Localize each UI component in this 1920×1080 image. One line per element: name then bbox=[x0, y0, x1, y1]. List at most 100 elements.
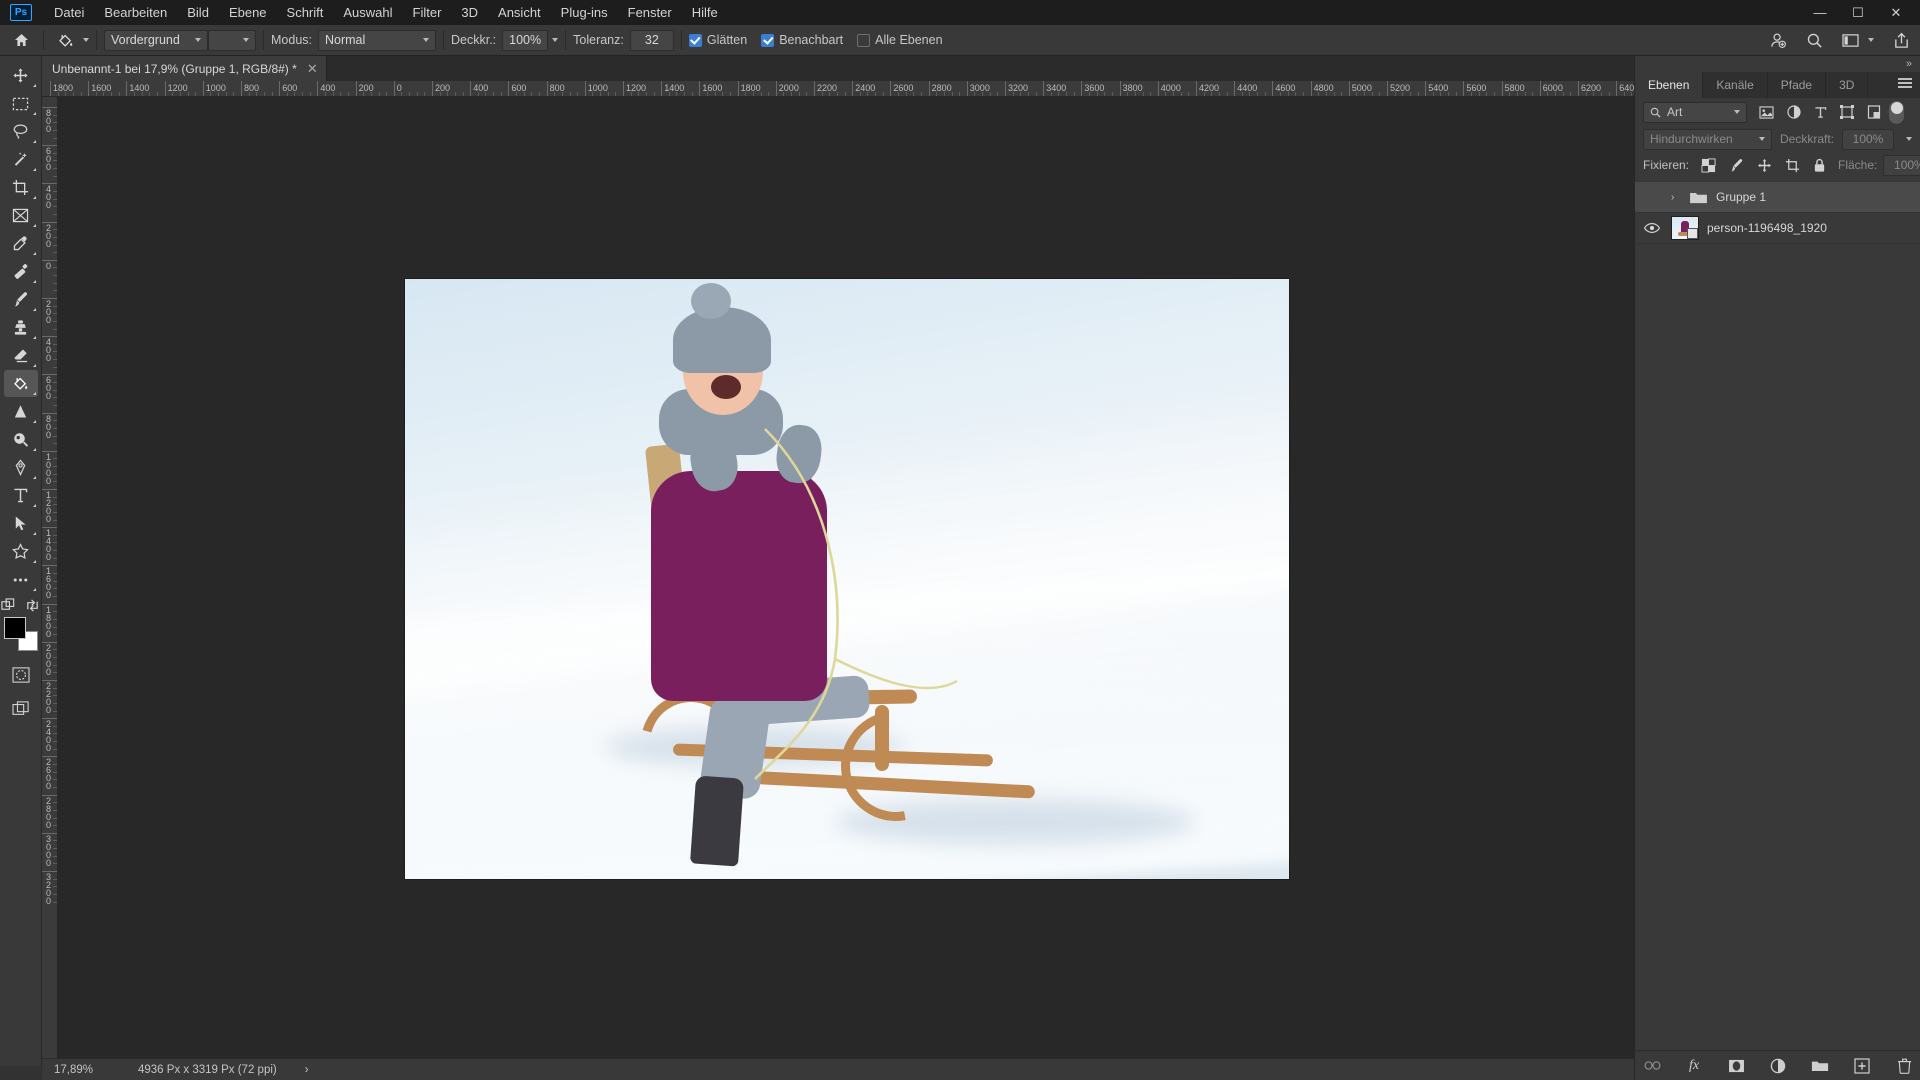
tab-ebenen[interactable]: Ebenen bbox=[1635, 72, 1704, 98]
close-icon[interactable]: ✕ bbox=[307, 62, 318, 75]
quick-mask-icon[interactable] bbox=[4, 661, 38, 688]
tab-3d[interactable]: 3D bbox=[1826, 72, 1869, 98]
shape-tool[interactable] bbox=[4, 538, 38, 565]
antialias-checkbox[interactable]: Glätten bbox=[688, 33, 747, 47]
brush-tool[interactable] bbox=[4, 286, 38, 313]
paint-bucket-tool[interactable] bbox=[3, 370, 38, 397]
menu-ansicht[interactable]: Ansicht bbox=[488, 1, 551, 24]
workspace-switcher[interactable] bbox=[1842, 33, 1874, 48]
ruler-label: 1400 bbox=[45, 528, 51, 563]
crop-tool[interactable] bbox=[4, 174, 38, 201]
panel-collapse-bar[interactable]: » bbox=[1635, 56, 1920, 72]
new-adjustment-layer-icon[interactable] bbox=[1768, 1056, 1788, 1076]
pixel-filter-icon[interactable] bbox=[1759, 105, 1774, 119]
opacity-chevron-icon[interactable] bbox=[1906, 137, 1912, 141]
layer-row-gruppe-1[interactable]: › Gruppe 1 bbox=[1635, 182, 1920, 213]
more-tools[interactable] bbox=[4, 566, 38, 593]
group-expand-icon[interactable]: › bbox=[1671, 192, 1681, 203]
foreground-color-swatch[interactable] bbox=[3, 617, 26, 639]
layer-blend-mode-select[interactable]: Hindurchwirken bbox=[1643, 128, 1772, 150]
search-icon bbox=[1650, 107, 1661, 118]
tool-group-corner bbox=[32, 140, 36, 143]
new-layer-icon[interactable] bbox=[1852, 1056, 1872, 1076]
tab-kanaele[interactable]: Kanäle bbox=[1703, 72, 1768, 98]
share-icon[interactable] bbox=[1893, 32, 1910, 49]
lock-all-icon[interactable] bbox=[1813, 158, 1826, 173]
minimize-button[interactable]: — bbox=[1802, 0, 1838, 25]
magic-wand-tool[interactable] bbox=[4, 146, 38, 173]
eyedropper-tool[interactable] bbox=[4, 230, 38, 257]
opacity-chevron-icon[interactable] bbox=[552, 38, 559, 42]
menu-bearbeiten[interactable]: Bearbeiten bbox=[94, 1, 177, 24]
color-swatches[interactable] bbox=[3, 617, 38, 651]
collapse-panel-icon[interactable]: » bbox=[1906, 58, 1912, 70]
link-layers-icon[interactable] bbox=[1642, 1056, 1662, 1076]
rectangular-marquee-tool[interactable] bbox=[4, 90, 38, 117]
maximize-button[interactable]: ☐ bbox=[1840, 0, 1876, 25]
lock-artboard-nesting-icon[interactable] bbox=[1785, 158, 1800, 173]
document-tab[interactable]: Unbenannt-1 bei 17,9% (Gruppe 1, RGB/8#)… bbox=[42, 56, 327, 81]
layer-opacity-input[interactable]: 100% bbox=[1842, 128, 1894, 150]
menu-datei[interactable]: Datei bbox=[44, 1, 94, 24]
menu-fenster[interactable]: Fenster bbox=[618, 1, 682, 24]
adjustment-filter-icon[interactable] bbox=[1787, 105, 1801, 119]
canvas-area[interactable] bbox=[58, 97, 1634, 1066]
lock-transparent-pixels-icon[interactable] bbox=[1701, 157, 1716, 173]
move-tool[interactable] bbox=[4, 62, 38, 89]
ruler-label: 1400 bbox=[664, 83, 685, 93]
lasso-tool[interactable] bbox=[4, 118, 38, 145]
fill-input[interactable]: 100% bbox=[1883, 154, 1920, 176]
add-layer-mask-icon[interactable] bbox=[1726, 1056, 1746, 1076]
menu-bild[interactable]: Bild bbox=[177, 1, 219, 24]
delete-layer-icon[interactable] bbox=[1894, 1056, 1914, 1076]
shape-filter-icon[interactable] bbox=[1840, 105, 1854, 119]
status-expand-icon[interactable]: › bbox=[305, 1064, 309, 1076]
type-filter-icon[interactable] bbox=[1814, 106, 1827, 119]
smart-object-filter-icon[interactable] bbox=[1867, 105, 1881, 119]
paint-bucket-icon[interactable] bbox=[51, 28, 79, 52]
layer-style-fx-icon[interactable]: fx bbox=[1684, 1056, 1704, 1076]
lock-image-pixels-icon[interactable] bbox=[1729, 158, 1744, 173]
layer-filter-select[interactable]: Art bbox=[1643, 101, 1747, 123]
tool-preset-chevron-icon[interactable] bbox=[83, 38, 89, 42]
menu-hilfe[interactable]: Hilfe bbox=[682, 1, 728, 24]
panel-menu-icon[interactable] bbox=[1898, 78, 1912, 90]
add-person-icon[interactable] bbox=[1770, 32, 1787, 49]
tolerance-input[interactable]: 32 bbox=[629, 29, 674, 51]
fill-source-select[interactable]: Vordergrund bbox=[104, 29, 208, 51]
new-group-icon[interactable] bbox=[1810, 1056, 1830, 1076]
healing-brush-tool[interactable] bbox=[4, 258, 38, 285]
blur-tool[interactable] bbox=[4, 398, 38, 425]
pen-tool[interactable] bbox=[4, 454, 38, 481]
all-layers-checkbox[interactable]: Alle Ebenen bbox=[857, 33, 943, 47]
layer-visibility-toggle-person[interactable] bbox=[1641, 222, 1663, 234]
type-tool[interactable] bbox=[4, 482, 38, 509]
contiguous-checkbox[interactable]: Benachbart bbox=[761, 33, 843, 47]
menu-schrift[interactable]: Schrift bbox=[277, 1, 334, 24]
menu-filter[interactable]: Filter bbox=[403, 1, 452, 24]
blend-mode-select[interactable]: Normal bbox=[318, 29, 436, 51]
screen-mode-icon[interactable] bbox=[4, 695, 38, 722]
tab-pfade[interactable]: Pfade bbox=[1768, 72, 1827, 98]
pattern-select[interactable] bbox=[208, 29, 256, 51]
home-icon[interactable] bbox=[6, 27, 36, 53]
opacity-input[interactable]: 100% bbox=[502, 29, 549, 51]
menu-auswahl[interactable]: Auswahl bbox=[333, 1, 402, 24]
menu-plugins[interactable]: Plug-ins bbox=[551, 1, 618, 24]
lock-position-icon[interactable] bbox=[1757, 158, 1772, 173]
filter-toggle[interactable] bbox=[1889, 100, 1904, 124]
dodge-tool[interactable] bbox=[4, 426, 38, 453]
zoom-level[interactable]: 17,89% bbox=[54, 1064, 110, 1076]
frame-tool[interactable] bbox=[4, 202, 38, 229]
layer-thumbnail-person[interactable] bbox=[1671, 216, 1699, 240]
search-icon[interactable] bbox=[1806, 32, 1823, 49]
menu-3d[interactable]: 3D bbox=[451, 1, 488, 24]
clone-stamp-tool[interactable] bbox=[4, 314, 38, 341]
layer-list: › Gruppe 1 person-1196498_1920 bbox=[1635, 182, 1920, 244]
layer-row-person[interactable]: person-1196498_1920 bbox=[1635, 213, 1920, 244]
menu-ebene[interactable]: Ebene bbox=[219, 1, 277, 24]
eraser-tool[interactable] bbox=[4, 342, 38, 369]
path-selection-tool[interactable] bbox=[4, 510, 38, 537]
close-button[interactable]: ✕ bbox=[1878, 0, 1914, 25]
image-artboard[interactable] bbox=[405, 279, 1289, 879]
